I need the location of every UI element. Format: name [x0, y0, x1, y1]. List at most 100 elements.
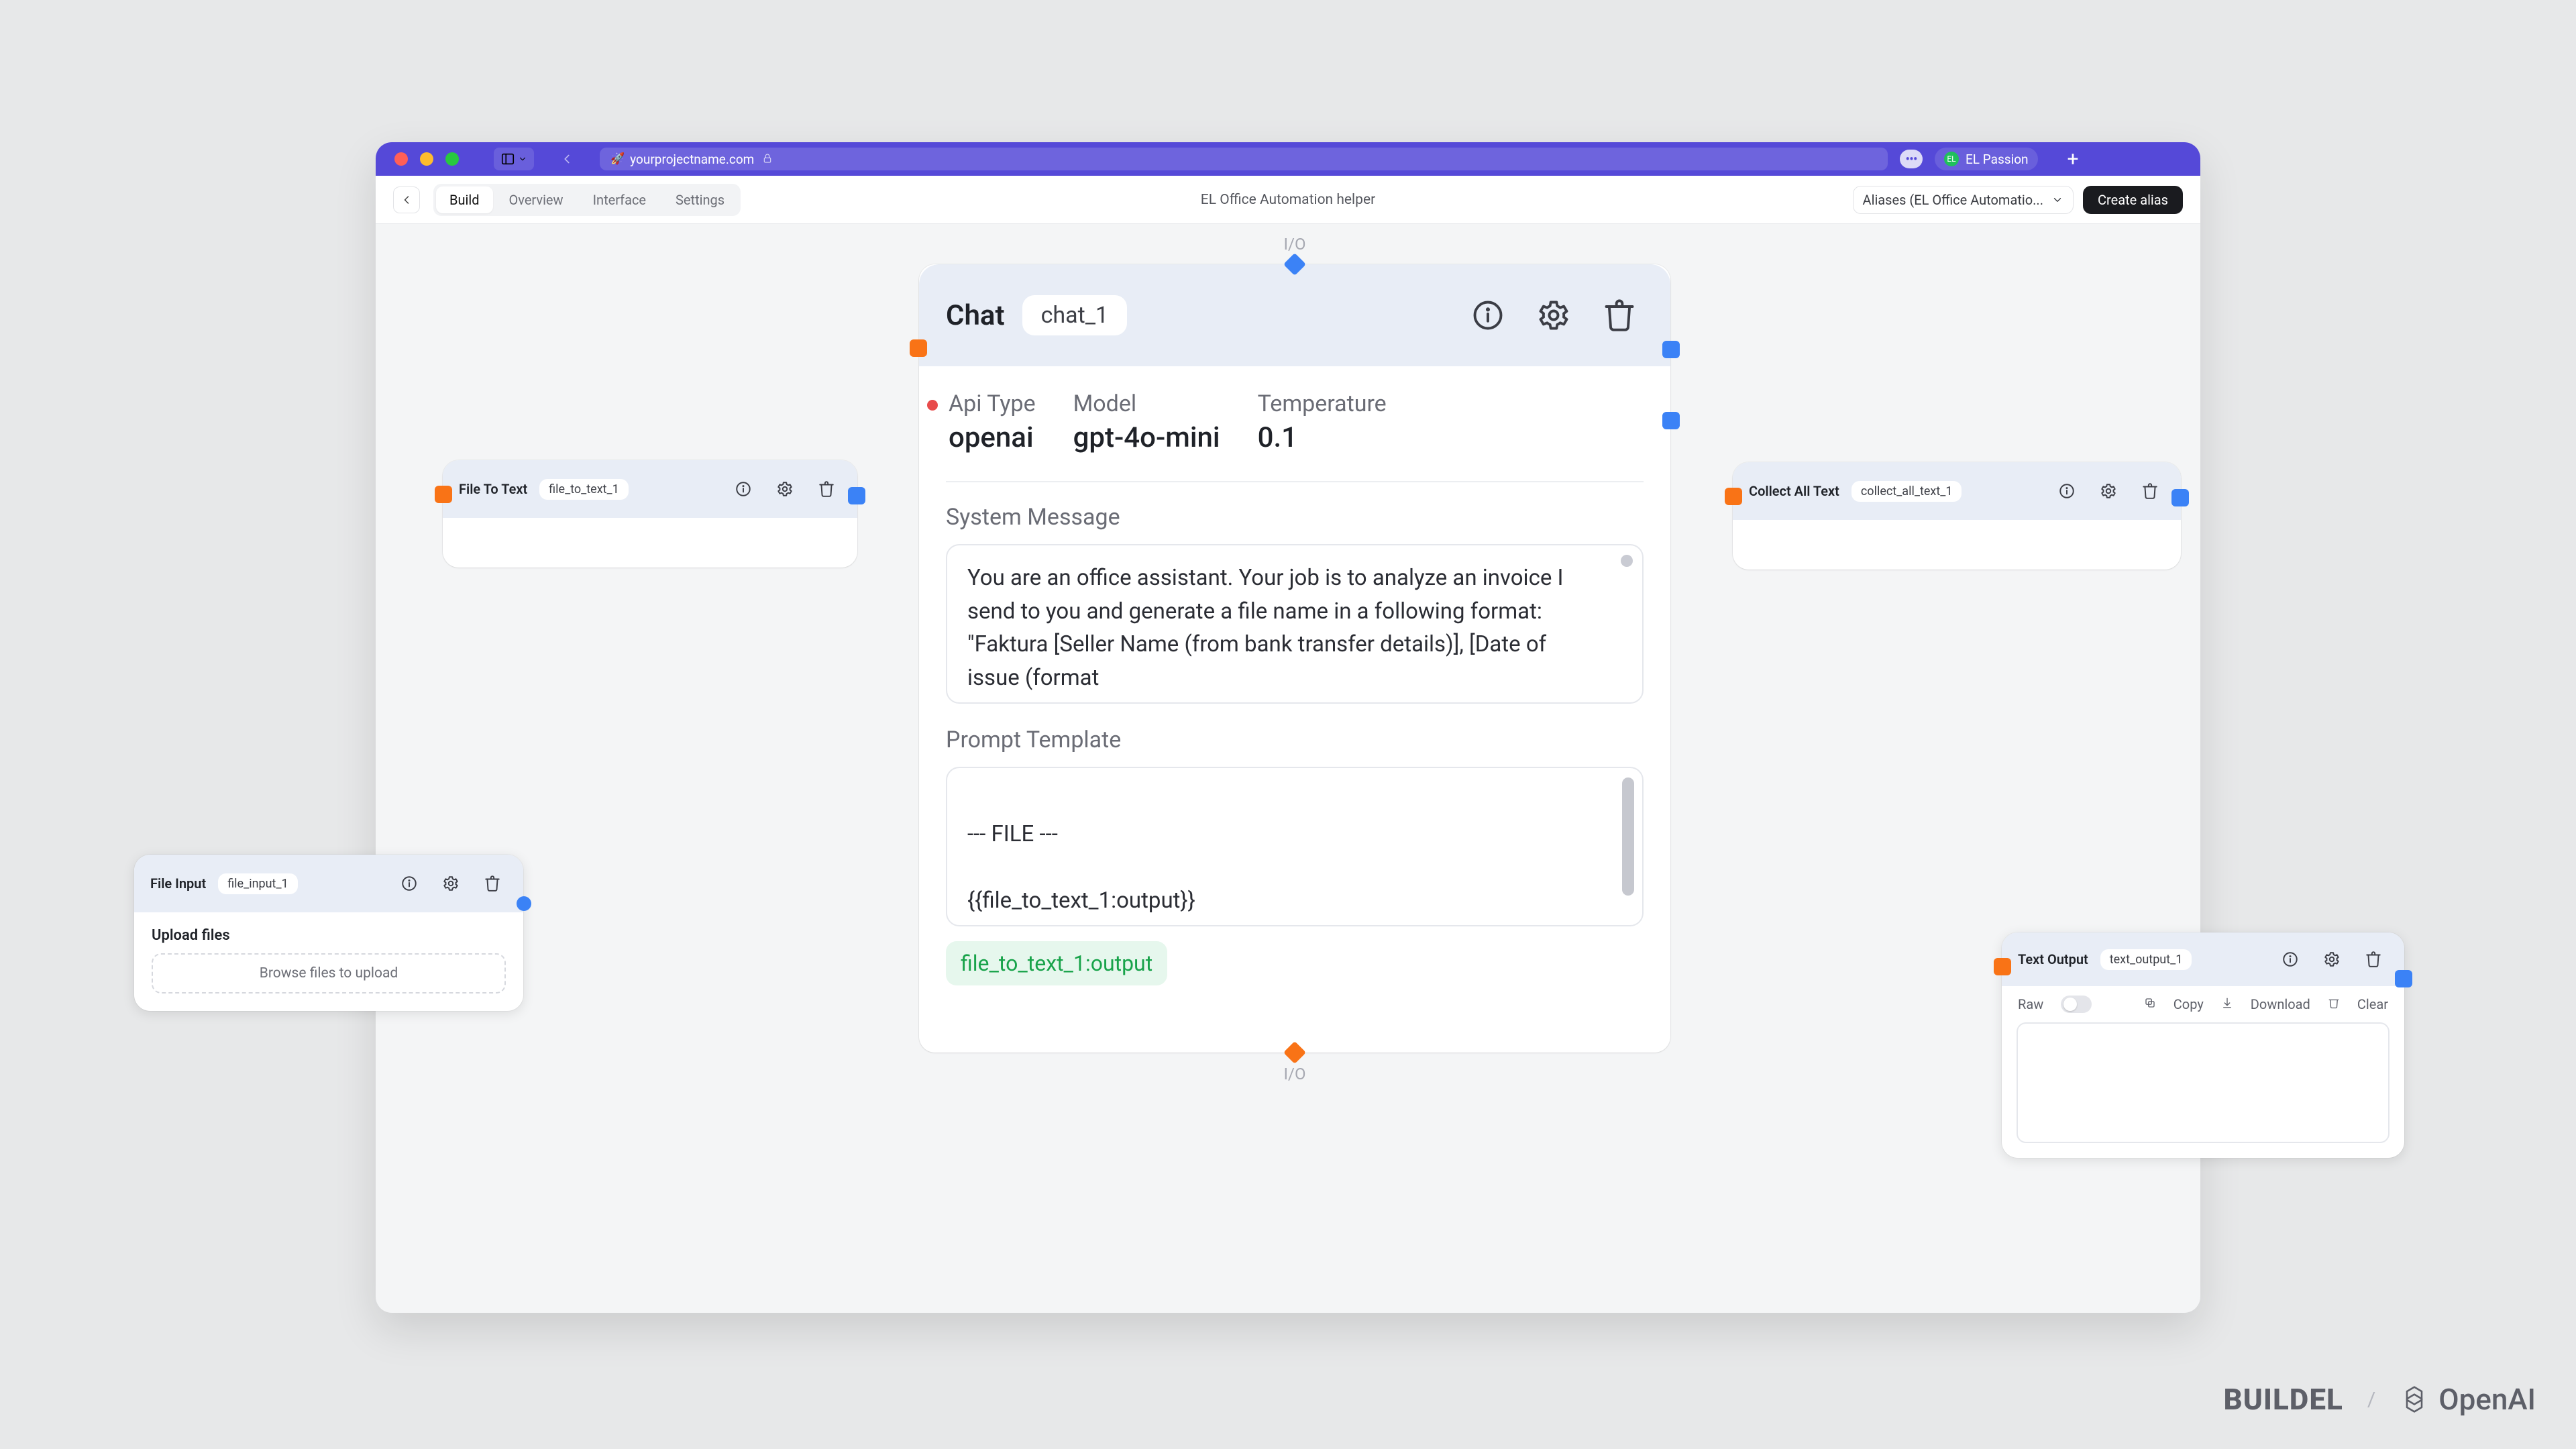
node-id: file_input_1 [218, 873, 298, 894]
url-text: yourprojectname.com [630, 152, 754, 167]
io-label-bottom: I/O [1284, 1065, 1306, 1083]
buildel-logo: BUILDEL [2224, 1382, 2343, 1417]
api-type-value: openai [949, 421, 1036, 454]
back-button[interactable] [555, 148, 578, 170]
browser-window: 🚀 yourprojectname.com ••• EL EL Passion … [376, 142, 2200, 1313]
create-alias-button[interactable]: Create alias [2083, 186, 2183, 214]
input-port[interactable] [1725, 488, 1742, 505]
prompt-template-field[interactable]: --- FILE --- {{file_to_text_1:output}} [946, 767, 1644, 926]
copy-icon [2144, 996, 2156, 1012]
footer-brands: BUILDEL / OpenAI [2224, 1382, 2536, 1417]
download-icon [2221, 996, 2233, 1012]
status-dot-icon [927, 400, 938, 411]
io-label-top: I/O [1284, 235, 1306, 254]
tab-build[interactable]: Build [436, 186, 493, 213]
maximize-window-icon[interactable] [445, 152, 459, 166]
output-port[interactable] [2171, 489, 2189, 506]
alias-select-label: Aliases (EL Office Automatio... [1863, 192, 2043, 208]
openai-icon [2400, 1385, 2429, 1414]
info-icon[interactable] [394, 869, 424, 898]
url-favicon-icon: 🚀 [610, 152, 625, 166]
clear-button[interactable]: Clear [2357, 996, 2388, 1012]
user-pill[interactable]: EL EL Passion [1935, 148, 2038, 170]
download-button[interactable]: Download [2251, 996, 2310, 1012]
output-port-right-1[interactable] [1662, 341, 1680, 358]
openai-logo: OpenAI [2400, 1382, 2536, 1417]
info-icon[interactable] [2275, 945, 2305, 974]
node-title: Text Output [2018, 951, 2088, 967]
gear-icon[interactable] [2317, 945, 2347, 974]
copy-button[interactable]: Copy [2174, 996, 2204, 1012]
window-controls [394, 152, 459, 166]
url-bar[interactable]: 🚀 yourprojectname.com [600, 148, 1888, 170]
input-port-left[interactable] [910, 339, 927, 357]
user-avatar-icon: EL [1944, 152, 1959, 166]
titlebar: 🚀 yourprojectname.com ••• EL EL Passion … [376, 142, 2200, 176]
output-port[interactable] [2395, 970, 2412, 987]
gear-icon[interactable] [436, 869, 466, 898]
chat-node-id: chat_1 [1022, 295, 1128, 335]
tab-settings[interactable]: Settings [662, 186, 738, 213]
file-input-node[interactable]: File Input file_input_1 Upload files Bro… [134, 855, 523, 1011]
variable-chip[interactable]: file_to_text_1:output [946, 941, 1167, 985]
trash-icon[interactable] [1595, 291, 1644, 339]
info-icon[interactable] [2052, 476, 2082, 506]
gear-icon[interactable] [770, 474, 800, 504]
node-id: text_output_1 [2100, 949, 2192, 970]
upload-files-label: Upload files [152, 927, 506, 944]
new-tab-button[interactable]: + [2068, 148, 2079, 171]
prompt-template-text: --- FILE --- {{file_to_text_1:output}} [967, 821, 1195, 914]
input-port[interactable] [1994, 958, 2011, 975]
scrollbar-thumb[interactable] [1622, 777, 1634, 896]
minimize-window-icon[interactable] [420, 152, 433, 166]
chat-node-title: Chat [946, 299, 1005, 332]
gear-icon[interactable] [2094, 476, 2123, 506]
system-message-label: System Message [946, 504, 1644, 531]
node-title: File Input [150, 875, 206, 892]
node-title: Collect All Text [1749, 483, 1839, 499]
tab-overview[interactable]: Overview [496, 186, 577, 213]
scrollbar-thumb[interactable] [1621, 555, 1633, 567]
output-port-bottom[interactable] [1283, 1041, 1306, 1064]
share-button[interactable]: ••• [1900, 150, 1923, 168]
system-message-field[interactable]: You are an office assistant. Your job is… [946, 544, 1644, 704]
page-title: EL Office Automation helper [1201, 192, 1375, 208]
node-id: collect_all_text_1 [1851, 481, 1962, 502]
info-icon[interactable] [1464, 291, 1512, 339]
canvas[interactable]: I/O Chat chat_1 Api Type openai [376, 224, 2200, 1313]
output-textarea[interactable] [2017, 1022, 2390, 1143]
chat-node[interactable]: I/O Chat chat_1 Api Type openai [919, 264, 1670, 1053]
toolbar-back-button[interactable] [393, 186, 420, 213]
gear-icon[interactable] [1529, 291, 1578, 339]
trash-icon[interactable] [2135, 476, 2165, 506]
tab-interface[interactable]: Interface [580, 186, 659, 213]
output-port-right-2[interactable] [1662, 412, 1680, 429]
input-port[interactable] [435, 486, 452, 503]
clear-icon [2328, 996, 2340, 1012]
model-value: gpt-4o-mini [1073, 421, 1220, 454]
alias-select[interactable]: Aliases (EL Office Automatio... [1853, 186, 2074, 214]
trash-icon[interactable] [478, 869, 507, 898]
raw-label: Raw [2018, 996, 2043, 1012]
output-port[interactable] [517, 896, 531, 911]
temperature-value: 0.1 [1258, 421, 1387, 454]
trash-icon[interactable] [812, 474, 841, 504]
sidebar-toggle-button[interactable] [494, 148, 534, 170]
text-output-node[interactable]: Text Output text_output_1 Raw Copy Downl… [2002, 932, 2404, 1158]
system-message-text: You are an office assistant. Your job is… [967, 565, 1564, 691]
collect-all-text-node[interactable]: Collect All Text collect_all_text_1 [1733, 462, 2181, 570]
node-title: File To Text [459, 481, 527, 497]
file-dropzone[interactable]: Browse files to upload [152, 953, 506, 994]
toolbar: Build Overview Interface Settings EL Off… [376, 176, 2200, 224]
raw-toggle[interactable] [2061, 996, 2092, 1013]
file-to-text-node[interactable]: File To Text file_to_text_1 [443, 460, 857, 568]
user-label: EL Passion [1966, 152, 2029, 167]
trash-icon[interactable] [2359, 945, 2388, 974]
close-window-icon[interactable] [394, 152, 408, 166]
api-type-label: Api Type [949, 390, 1036, 417]
info-icon[interactable] [729, 474, 758, 504]
node-id: file_to_text_1 [539, 479, 629, 500]
model-label: Model [1073, 390, 1220, 417]
output-port[interactable] [848, 487, 865, 504]
brand-separator: / [2367, 1388, 2375, 1411]
